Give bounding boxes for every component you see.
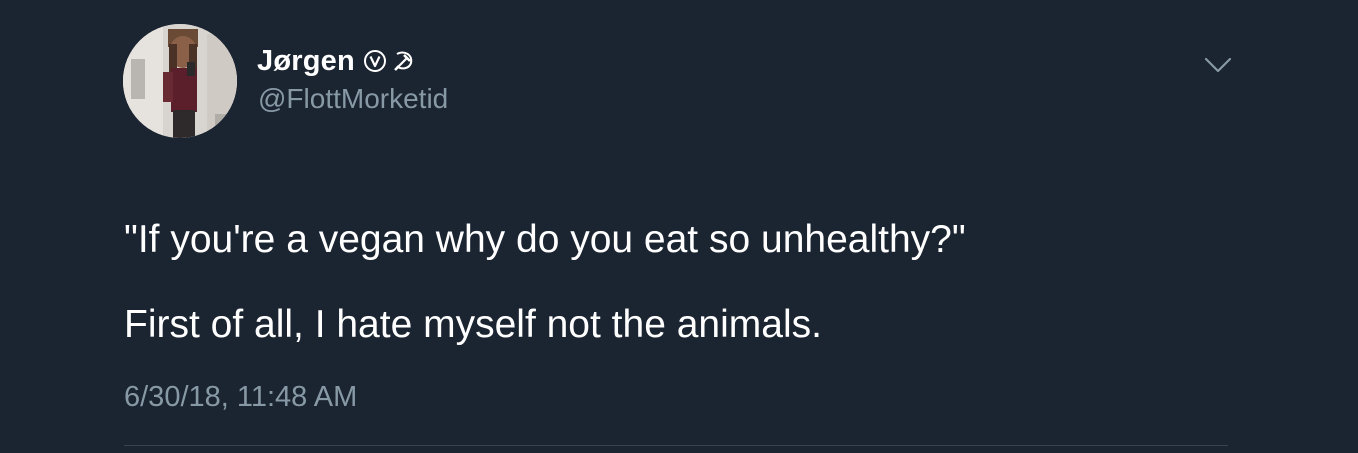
tweet-timestamp[interactable]: 6/30/18, 11:48 AM — [124, 381, 357, 414]
avatar[interactable] — [123, 24, 237, 138]
display-name-row: Jørgen — [257, 40, 417, 82]
tweet-text-line-2: First of all, I hate myself not the anim… — [124, 303, 822, 346]
display-name[interactable]: Jørgen — [257, 45, 355, 78]
avatar-photo — [123, 24, 237, 138]
tweet: Jørgen @FlottMorketid "If you're a vegan… — [0, 0, 1358, 453]
user-handle[interactable]: @FlottMorketid — [258, 83, 448, 115]
hammer-and-sickle-icon — [393, 51, 413, 71]
name-emoji-group — [363, 48, 417, 74]
divider — [124, 445, 1228, 446]
vegan-circle-v-icon — [363, 50, 386, 72]
tweet-text-line-1: "If you're a vegan why do you eat so unh… — [124, 218, 966, 261]
chevron-down-icon[interactable] — [1203, 54, 1233, 76]
